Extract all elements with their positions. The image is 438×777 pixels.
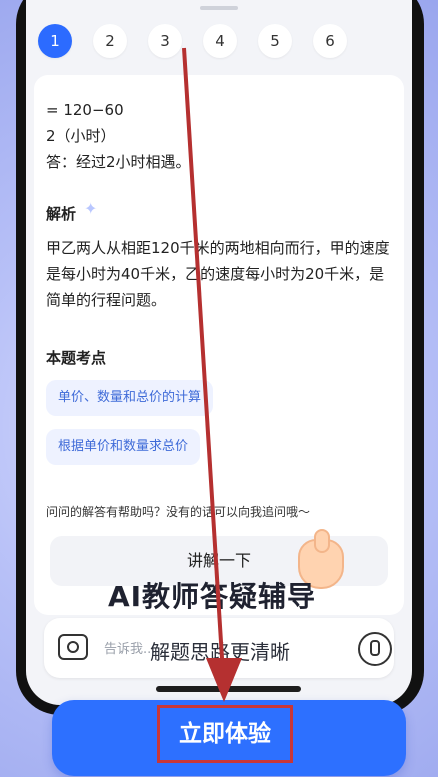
key-points-title: 本题考点 — [46, 349, 107, 367]
home-indicator — [156, 686, 301, 692]
analysis-title: 解析 — [46, 205, 77, 223]
step-tab-5[interactable]: 5 — [258, 24, 292, 58]
step-tab-3[interactable]: 3 — [148, 24, 182, 58]
analysis-text: 甲乙两人从相距120千米的两地相向而行，甲的速度是每小时为40千米，乙的速度每小… — [46, 239, 390, 309]
camera-icon[interactable] — [58, 634, 88, 660]
drag-handle[interactable] — [200, 6, 238, 10]
step-tab-2[interactable]: 2 — [93, 24, 127, 58]
answer-card: = 120−60 2（小时） 答：经过2小时相遇。 解析 ✦ 甲乙两人从相距12… — [34, 75, 404, 615]
microphone-icon[interactable] — [358, 632, 392, 666]
step-tab-4[interactable]: 4 — [203, 24, 237, 58]
solution-line: 答：经过2小时相遇。 — [46, 153, 191, 171]
solution-line: = 120−60 — [46, 101, 124, 119]
helpful-prompt: 问问的解答有帮助吗？没有的话可以向我追问哦～ — [46, 505, 311, 519]
solution-block: = 120−60 2（小时） 答：经过2小时相遇。 — [46, 97, 191, 175]
solution-line: 2（小时） — [46, 127, 116, 145]
step-tab-1[interactable]: 1 — [38, 24, 72, 58]
promo-subline: 解题思路更清晰 — [150, 640, 290, 664]
sparkle-icon: ✦ — [84, 199, 98, 218]
key-point-chip[interactable]: 根据单价和数量求总价 — [46, 429, 201, 465]
promo-headline: AI教师答疑辅导 — [107, 580, 317, 613]
step-tab-6[interactable]: 6 — [313, 24, 347, 58]
cta-button-label[interactable]: 立即体验 — [157, 705, 293, 763]
key-point-chip[interactable]: 单价、数量和总价的计算 — [46, 380, 214, 416]
